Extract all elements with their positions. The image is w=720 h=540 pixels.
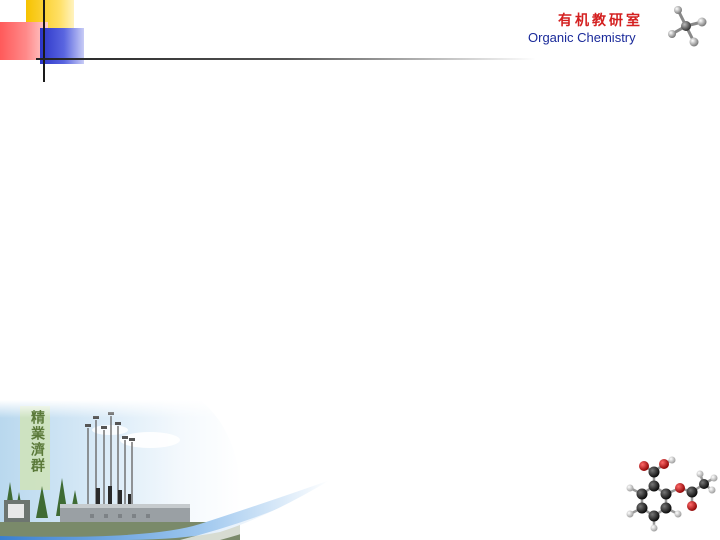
molecule-icon (668, 6, 707, 47)
campus-photo (0, 400, 340, 540)
header-title-chinese: 有机教研室 (558, 13, 643, 29)
molecule-structure-icon (626, 456, 718, 532)
decor-horizontal-line (36, 58, 536, 60)
header-title-english: Organic Chemistry (528, 30, 636, 45)
decor-vertical-line (43, 0, 45, 82)
campus-motto: 精業濟群 (29, 410, 45, 474)
